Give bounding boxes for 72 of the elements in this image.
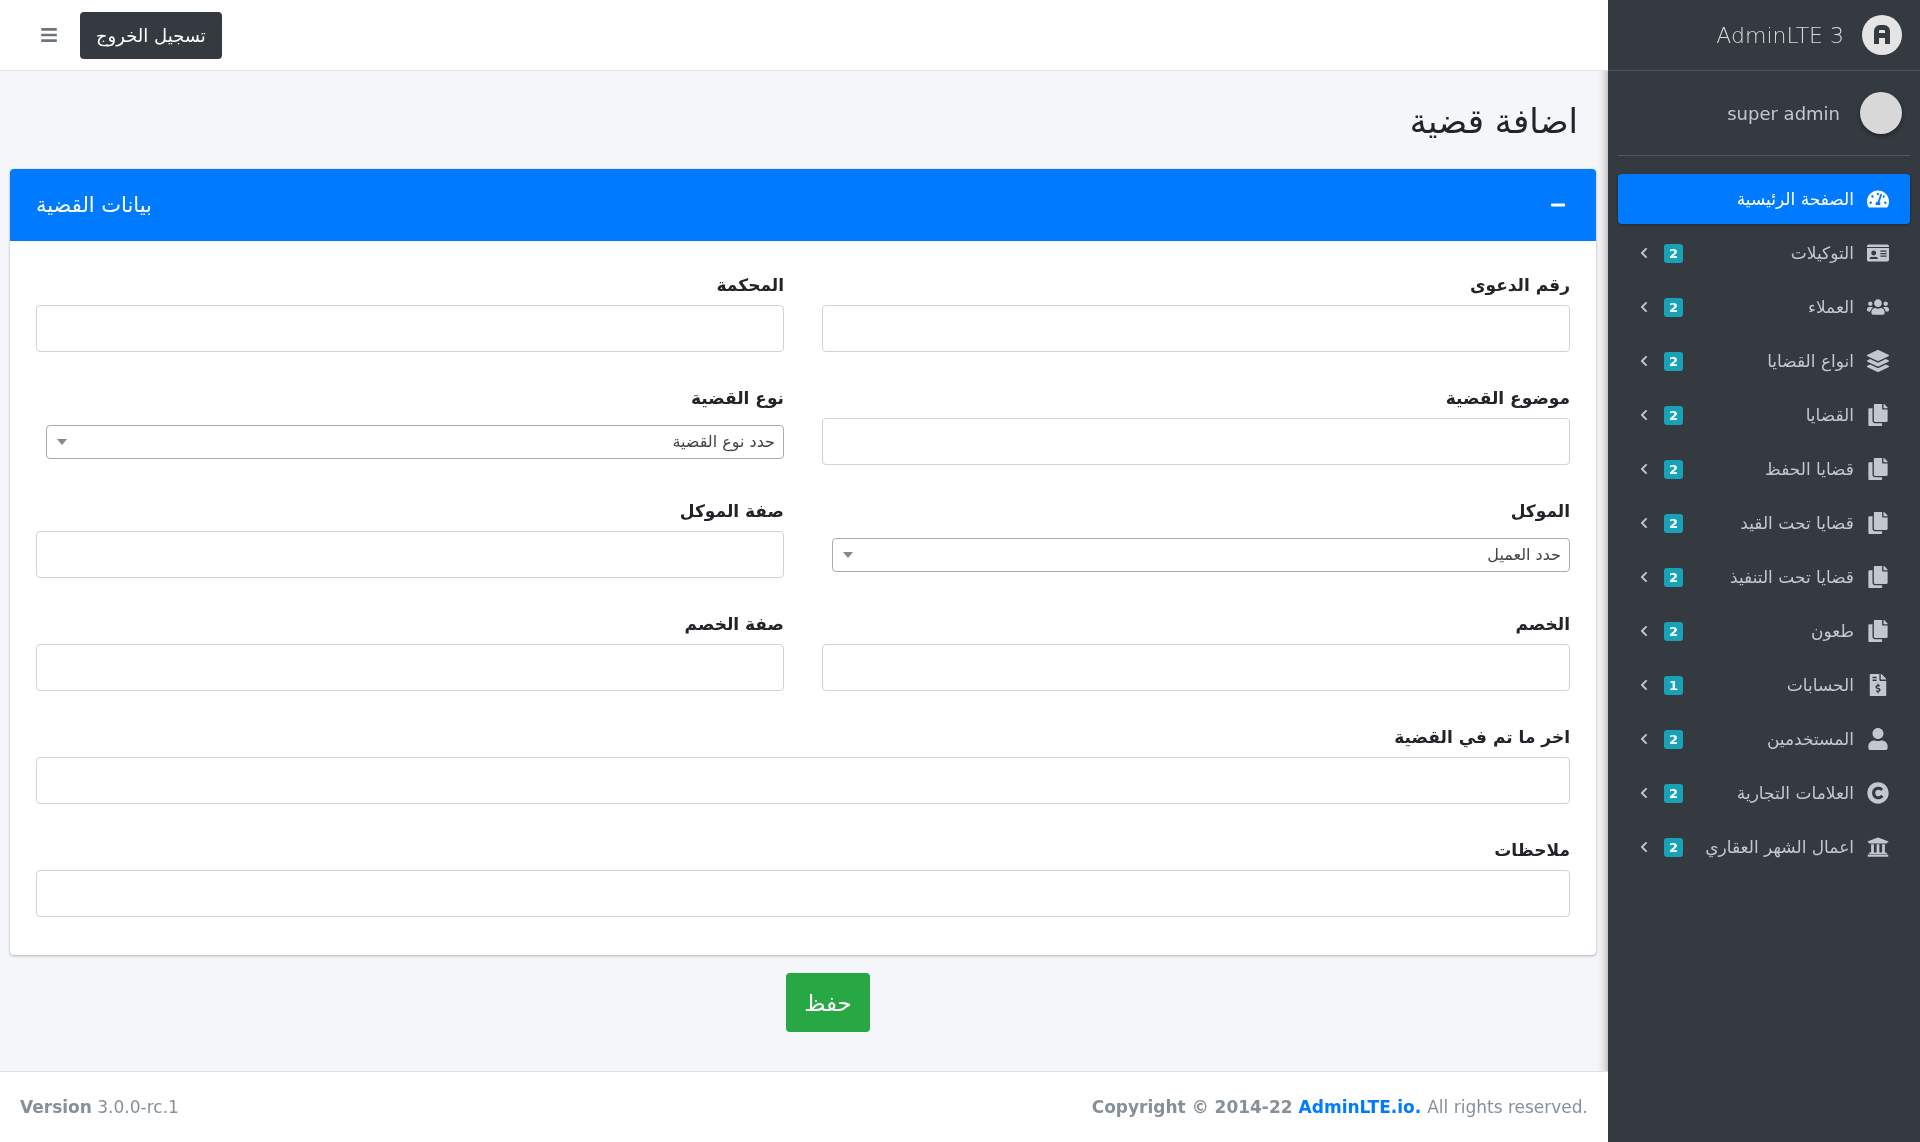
documents-icon bbox=[1867, 512, 1889, 534]
user-name[interactable]: super admin bbox=[1727, 102, 1840, 124]
text-input[interactable] bbox=[36, 757, 1570, 804]
text-input[interactable] bbox=[36, 305, 784, 352]
chevron-icon bbox=[1638, 355, 1650, 367]
count-badge: 2 bbox=[1664, 405, 1684, 425]
user-icon bbox=[1867, 728, 1889, 750]
count-badge: 2 bbox=[1664, 243, 1684, 263]
logo-icon bbox=[1862, 15, 1902, 55]
nav-item[interactable]: الصفحة الرئيسية bbox=[1618, 174, 1910, 224]
field-label: نوع القضية bbox=[689, 388, 784, 408]
text-input[interactable] bbox=[36, 644, 784, 691]
select-dropdown[interactable]: حدد العميل bbox=[832, 537, 1570, 572]
chevron-icon bbox=[1638, 571, 1650, 583]
count-badge: 2 bbox=[1664, 459, 1684, 479]
documents-icon bbox=[1867, 404, 1889, 426]
count-badge: 2 bbox=[1664, 837, 1684, 857]
avatar bbox=[1860, 92, 1902, 134]
chevron-icon bbox=[1638, 625, 1650, 637]
count-badge: 2 bbox=[1664, 297, 1684, 317]
field-label: صفة الخصم bbox=[683, 614, 784, 634]
copyright-icon bbox=[1867, 782, 1889, 804]
copyright-text: Copyright © 2014-22 bbox=[1091, 1097, 1293, 1117]
field-label: موضوع القضية bbox=[1444, 388, 1570, 408]
menu-icon[interactable] bbox=[40, 26, 58, 44]
copyright-link[interactable]: AdminLTE.io. bbox=[1298, 1097, 1422, 1117]
text-input[interactable] bbox=[36, 870, 1570, 917]
bank-icon bbox=[1867, 836, 1889, 858]
text-input[interactable] bbox=[822, 644, 1570, 691]
field-label: رقم الدعوى bbox=[1468, 275, 1570, 295]
logout-button[interactable]: تسجيل الخروج bbox=[80, 11, 222, 59]
text-input[interactable] bbox=[822, 305, 1570, 352]
field-label: اخر ما تم في القضية bbox=[1393, 727, 1570, 747]
chevron-icon bbox=[1638, 679, 1650, 691]
count-badge: 2 bbox=[1664, 783, 1684, 803]
count-badge: 2 bbox=[1664, 351, 1684, 371]
rights-text: All rights reserved. bbox=[1427, 1097, 1588, 1117]
field-label: الخصم bbox=[1514, 614, 1570, 634]
version-text: Version 3.0.0-rc.1 bbox=[20, 1097, 179, 1117]
chevron-icon bbox=[1638, 409, 1650, 421]
chevron-icon bbox=[1638, 733, 1650, 745]
count-badge: 2 bbox=[1664, 621, 1684, 641]
chevron-icon bbox=[1638, 787, 1650, 799]
layers-icon bbox=[1867, 350, 1889, 372]
field-label: الموكل bbox=[1509, 501, 1570, 521]
users-icon bbox=[1867, 296, 1889, 318]
chevron-icon bbox=[1638, 463, 1650, 475]
chevron-icon bbox=[1638, 517, 1650, 529]
caret-icon bbox=[843, 551, 853, 558]
text-input[interactable] bbox=[36, 531, 784, 578]
count-badge: 2 bbox=[1664, 513, 1684, 533]
text-input[interactable] bbox=[822, 418, 1570, 465]
count-badge: 2 bbox=[1664, 567, 1684, 587]
count-badge: 1 bbox=[1664, 675, 1684, 695]
caret-icon bbox=[57, 438, 67, 445]
page-title: اضافة قضية bbox=[1408, 101, 1578, 141]
chevron-icon bbox=[1638, 247, 1650, 259]
field-label: صفة الموكل bbox=[678, 501, 784, 521]
chevron-icon bbox=[1638, 301, 1650, 313]
brand-name[interactable]: AdminLTE 3 bbox=[1716, 22, 1844, 48]
count-badge: 2 bbox=[1664, 729, 1684, 749]
chevron-icon bbox=[1638, 841, 1650, 853]
field-label: المحكمة bbox=[715, 275, 784, 295]
id-card-icon bbox=[1867, 242, 1889, 264]
invoice-icon bbox=[1867, 674, 1889, 696]
documents-icon bbox=[1867, 566, 1889, 588]
card-title: بيانات القضية bbox=[36, 193, 152, 217]
select-dropdown[interactable]: حدد نوع القضية bbox=[46, 424, 784, 459]
field-label: ملاحظات bbox=[1493, 840, 1570, 860]
documents-icon bbox=[1867, 620, 1889, 642]
documents-icon bbox=[1867, 458, 1889, 480]
gauge-icon bbox=[1867, 188, 1889, 210]
